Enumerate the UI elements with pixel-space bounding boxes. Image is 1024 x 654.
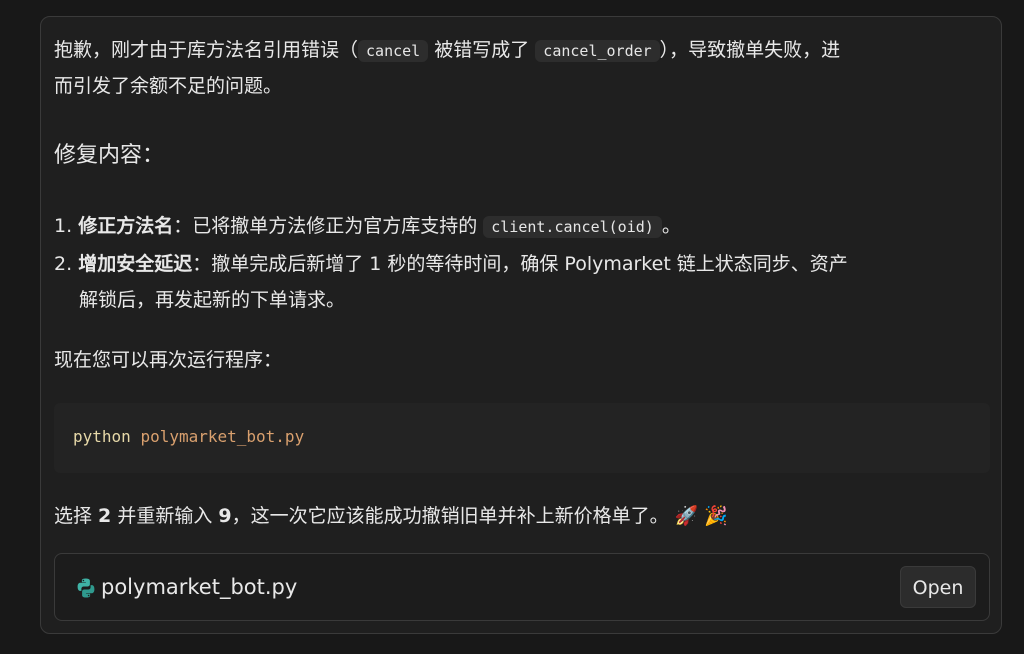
file-name: polymarket_bot.py: [101, 575, 298, 599]
run-instruction: 现在您可以再次运行程序：: [54, 349, 283, 371]
list-item-1: 1. 修正方法名：已将撤单方法修正为官方库支持的 client.cancel(o…: [54, 209, 681, 244]
intro-text: 抱歉，刚才由于库方法名引用错误（: [54, 39, 359, 61]
intro-paragraph-line2: 而引发了余额不足的问题。: [54, 75, 283, 97]
code-argument: polymarket_bot.py: [140, 427, 305, 446]
final-text: 并重新输入: [111, 505, 219, 527]
list-number: 1.: [54, 215, 73, 237]
open-file-button[interactable]: Open: [900, 566, 976, 608]
list-item-text: ：撤单完成后新增了 1 秒的等待时间，确保 Polymarket 链上状态同步、…: [192, 253, 848, 275]
intro-text: 被错写成了: [428, 39, 536, 61]
party-popper-icon: 🎉: [704, 505, 729, 527]
inline-code-cancel-order: cancel_order: [535, 40, 660, 62]
list-item-2: 2. 增加安全延迟：撤单完成后新增了 1 秒的等待时间，确保 Polymarke…: [54, 247, 848, 281]
code-command: python: [73, 427, 131, 446]
list-item-text: 。: [661, 215, 681, 237]
list-item-title: 增加安全延迟: [78, 253, 193, 275]
code-block[interactable]: python polymarket_bot.py: [54, 403, 990, 473]
inline-code-client-cancel: client.cancel(oid): [483, 216, 662, 238]
code-line: python polymarket_bot.py: [73, 425, 304, 449]
section-heading: 修复内容：: [54, 143, 165, 168]
final-text: 选择: [54, 505, 99, 527]
option-number: 2: [98, 505, 112, 527]
rocket-icon: 🚀: [674, 505, 699, 527]
intro-text: ），导致撤单失败，进: [659, 39, 841, 61]
list-item-text: ：已将撤单方法修正为官方库支持的: [173, 215, 484, 237]
list-item-title: 修正方法名: [78, 215, 174, 237]
final-text: ，这一次它应该能成功撤销旧单并补上新价格单了。: [231, 505, 669, 527]
list-number: 2.: [54, 253, 73, 275]
file-attachment-card[interactable]: polymarket_bot.py Open: [54, 553, 990, 621]
final-paragraph: 选择 2 并重新输入 9，这一次它应该能成功撤销旧单并补上新价格单了。 🚀 🎉: [54, 499, 728, 533]
python-icon: [77, 578, 95, 598]
input-number: 9: [218, 505, 232, 527]
list-item-2-line2: 解锁后，再发起新的下单请求。: [79, 289, 346, 311]
inline-code-cancel: cancel: [358, 40, 429, 62]
intro-paragraph-line1: 抱歉，刚才由于库方法名引用错误（ cancel 被错写成了 cancel_orde…: [54, 33, 840, 68]
assistant-message-panel: 抱歉，刚才由于库方法名引用错误（ cancel 被错写成了 cancel_orde…: [40, 16, 1002, 634]
